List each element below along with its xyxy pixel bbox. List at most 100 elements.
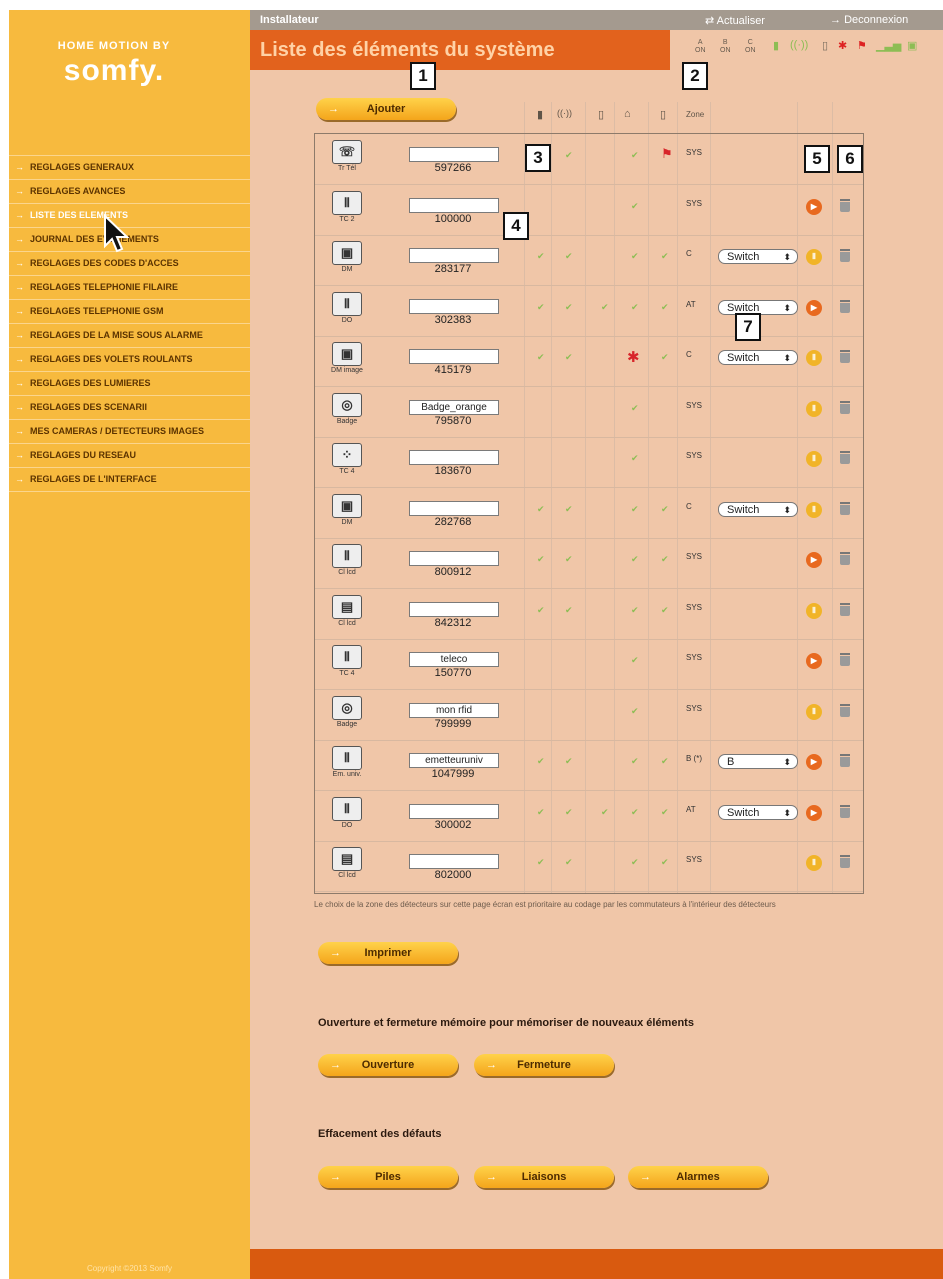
add-button[interactable]: → Ajouter <box>316 98 456 120</box>
play-icon[interactable]: ▶ <box>806 552 822 568</box>
zone-label: SYS <box>686 552 703 561</box>
element-name-input[interactable] <box>409 248 499 263</box>
trash-icon[interactable] <box>840 804 850 819</box>
role-label: Installateur <box>260 14 319 26</box>
element-code: 183670 <box>434 465 472 477</box>
mouse-cursor-icon <box>104 214 130 253</box>
sidebar-item[interactable]: → REGLAGES DE L'INTERFACE <box>9 467 250 492</box>
element-name-input[interactable]: mon rfid <box>409 702 499 718</box>
pause-icon[interactable]: Ⅱ <box>806 350 822 366</box>
check-icon: ✔ <box>631 251 639 261</box>
trash-icon[interactable] <box>840 451 850 465</box>
alarmes-button[interactable]: → Alarmes <box>628 1166 768 1188</box>
table-row: Ⅱ Cl lcd 800912 ✔ ✔ ✔ ✔ SYS ▶ <box>315 538 863 589</box>
element-name-input[interactable] <box>409 298 499 314</box>
element-name-input[interactable]: Badge_orange <box>409 399 499 415</box>
check-icon: ✔ <box>631 453 639 463</box>
check-icon: ✔ <box>631 301 639 312</box>
logout-link[interactable]: → Deconnexion <box>830 14 908 26</box>
trash-icon[interactable] <box>840 249 850 263</box>
sidebar-item[interactable]: → REGLAGES AVANCES <box>9 179 250 203</box>
trash-icon[interactable] <box>840 703 850 718</box>
sidebar-item[interactable]: → REGLAGES TELEPHONIE GSM <box>9 299 250 323</box>
trash-icon[interactable] <box>840 400 850 415</box>
zone-header: Zone <box>686 110 705 119</box>
element-name-input[interactable] <box>409 197 499 213</box>
intrusion-icon: ✱ <box>627 349 640 366</box>
arrow-right-icon: → <box>15 186 24 196</box>
sidebar-item[interactable]: → REGLAGES DE LA MISE SOUS ALARME <box>9 323 250 347</box>
trash-icon[interactable] <box>840 501 850 516</box>
close-memory-button[interactable]: → Fermeture <box>474 1054 614 1076</box>
check-icon: ✔ <box>565 806 573 817</box>
zone-label: SYS <box>686 148 703 157</box>
element-code: 283177 <box>434 263 472 275</box>
element-name-input[interactable] <box>409 349 499 364</box>
play-icon[interactable]: ▶ <box>806 754 822 770</box>
sidebar-item[interactable]: → REGLAGES DES LUMIERES <box>9 371 250 395</box>
trash-icon[interactable] <box>840 855 850 869</box>
element-name-input[interactable]: emetteuruniv <box>409 753 499 768</box>
trash-icon[interactable] <box>840 653 850 667</box>
device-glyph: Ⅱ <box>332 544 362 568</box>
pause-icon[interactable]: Ⅱ <box>806 602 822 619</box>
trash-icon[interactable] <box>840 552 850 566</box>
pause-icon[interactable]: Ⅱ <box>806 400 822 417</box>
callout-6: 6 <box>837 145 863 173</box>
zone-select[interactable]: Switch ⬍ <box>718 501 798 517</box>
pause-icon[interactable]: Ⅱ <box>806 703 822 720</box>
zone-select[interactable]: Switch ⬍ <box>718 249 798 264</box>
open-memory-button[interactable]: → Ouverture <box>318 1054 458 1076</box>
element-name-input[interactable] <box>409 147 499 162</box>
copyright-text: Copyright ©2013 Somfy <box>86 1264 173 1273</box>
refresh-link[interactable]: ⇄ Actualiser <box>705 14 765 27</box>
print-button[interactable]: → Imprimer <box>318 942 458 964</box>
element-code: 795870 <box>434 414 472 427</box>
open-button-label: Ouverture <box>361 1059 415 1071</box>
sidebar-item[interactable]: → REGLAGES DES CODES D'ACCES <box>9 251 250 275</box>
play-icon[interactable]: ▶ <box>806 653 822 669</box>
trash-icon[interactable] <box>840 754 850 768</box>
element-name-input[interactable] <box>409 500 499 516</box>
pause-icon[interactable]: Ⅱ <box>806 855 822 871</box>
power-icon: ▣ <box>907 40 918 52</box>
sidebar-item[interactable]: → REGLAGES TELEPHONIE FILAIRE <box>9 275 250 299</box>
pause-icon[interactable]: Ⅱ <box>806 249 822 265</box>
device-icon: ▣ DM image <box>329 342 365 378</box>
sidebar-item[interactable]: → REGLAGES DU RESEAU <box>9 443 250 467</box>
element-name-input[interactable]: teleco <box>409 652 499 667</box>
check-icon: ✔ <box>631 705 639 716</box>
pause-icon[interactable]: Ⅱ <box>806 501 822 518</box>
check-icon: ✔ <box>601 301 609 312</box>
sidebar-item[interactable]: → REGLAGES DES SCENARII <box>9 395 250 419</box>
pause-icon[interactable]: Ⅱ <box>806 451 822 467</box>
zone-label: AT <box>686 804 696 814</box>
liaisons-button[interactable]: → Liaisons <box>474 1166 614 1188</box>
sidebar-item[interactable]: → REGLAGES DES VOLETS ROULANTS <box>9 347 250 371</box>
zone-select[interactable]: B ⬍ <box>718 754 798 769</box>
element-name-input[interactable] <box>409 803 499 819</box>
sidebar-item[interactable]: → MES CAMERAS / DETECTEURS IMAGES <box>9 419 250 443</box>
element-name-input[interactable] <box>409 601 499 617</box>
arrow-right-icon: → <box>15 450 24 460</box>
trash-icon[interactable] <box>840 602 850 617</box>
zone-select[interactable]: Switch ⬍ <box>718 350 798 365</box>
sidebar-item[interactable]: → REGLAGES GENERAUX <box>9 155 250 179</box>
check-icon: ✔ <box>631 604 639 615</box>
element-name-input[interactable] <box>409 551 499 566</box>
check-icon: ✔ <box>661 352 669 362</box>
arrow-right-icon: → <box>15 282 24 292</box>
play-icon[interactable]: ▶ <box>806 299 822 316</box>
zone-select[interactable]: Switch ⬍ <box>718 804 798 820</box>
play-icon[interactable]: ▶ <box>806 198 822 215</box>
trash-icon[interactable] <box>840 350 850 364</box>
arrow-right-icon: → <box>15 378 24 388</box>
element-name-input[interactable] <box>409 854 499 869</box>
trash-icon[interactable] <box>840 198 850 213</box>
group-c-state: ON <box>745 47 756 54</box>
trash-icon[interactable] <box>840 299 850 314</box>
element-name-input[interactable] <box>409 450 499 465</box>
zone-label: AT <box>686 299 696 309</box>
piles-button[interactable]: → Piles <box>318 1166 458 1188</box>
play-icon[interactable]: ▶ <box>806 804 822 821</box>
